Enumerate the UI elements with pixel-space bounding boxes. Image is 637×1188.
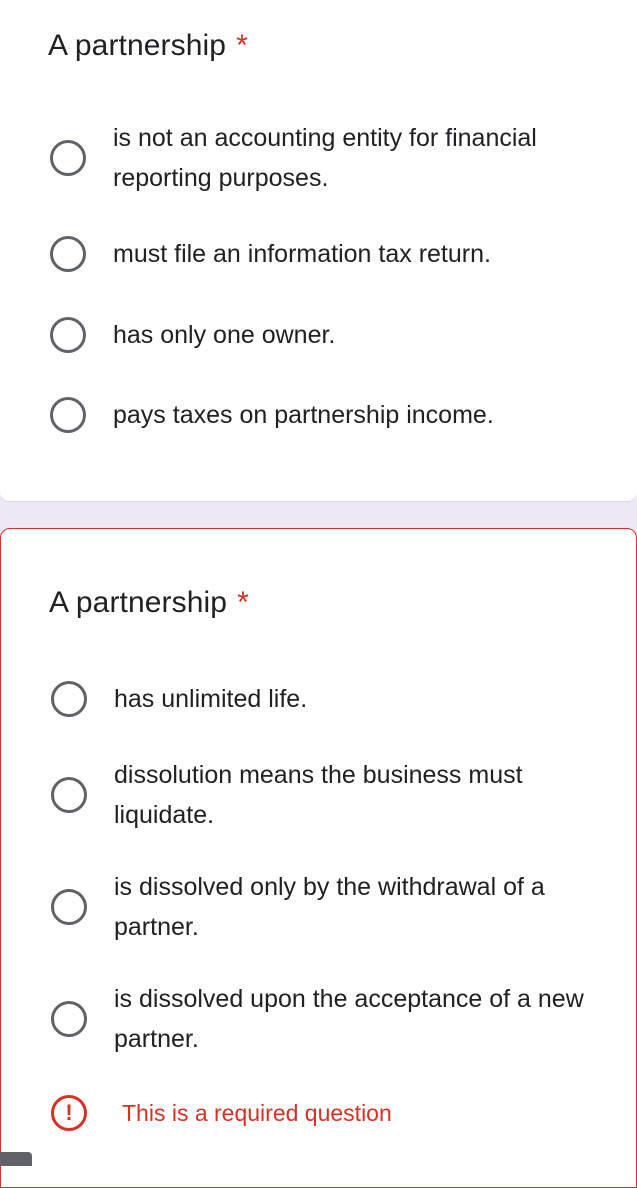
error-icon: ! — [51, 1095, 87, 1131]
question-title: A partnership * — [48, 28, 248, 64]
radio-button[interactable] — [50, 236, 86, 272]
question-title-text: A partnership — [49, 586, 228, 619]
option-label: is not an accounting entity for financia… — [113, 124, 537, 192]
radio-option[interactable]: has unlimited life. — [1, 679, 637, 719]
required-asterisk: * — [236, 29, 248, 62]
radio-button[interactable] — [50, 317, 86, 353]
radio-option[interactable]: has only one owner. — [0, 315, 637, 355]
radio-button[interactable] — [50, 397, 86, 433]
option-label: pays taxes on partnership income. — [113, 401, 494, 429]
radio-option[interactable]: pays taxes on partnership income. — [0, 395, 637, 435]
question-card-1: A partnership * is not an accounting enti… — [0, 0, 637, 502]
radio-button[interactable] — [51, 889, 87, 925]
radio-button[interactable] — [51, 777, 87, 813]
radio-option[interactable]: is dissolved upon the acceptance of a ne… — [1, 979, 637, 1059]
error-message: This is a required question — [122, 1100, 392, 1126]
radio-option[interactable]: is dissolved only by the withdrawal of a… — [1, 867, 637, 947]
option-label: dissolution means the business must liqu… — [114, 761, 523, 829]
radio-button[interactable] — [51, 681, 87, 717]
corner-handle — [0, 1152, 32, 1166]
option-label: has unlimited life. — [114, 685, 308, 713]
radio-button[interactable] — [50, 140, 86, 176]
required-error: ! This is a required question — [51, 1095, 392, 1131]
required-asterisk: * — [237, 586, 249, 619]
option-label: has only one owner. — [113, 321, 336, 349]
option-label: is dissolved only by the withdrawal of a… — [114, 873, 545, 941]
radio-option[interactable]: must file an information tax return. — [0, 234, 637, 274]
radio-option[interactable]: dissolution means the business must liqu… — [1, 755, 637, 835]
option-label: must file an information tax return. — [113, 240, 491, 268]
radio-option[interactable]: is not an accounting entity for financia… — [0, 118, 637, 198]
option-label: is dissolved upon the acceptance of a ne… — [114, 985, 584, 1053]
question-card-2: A partnership * has unlimited life. disso… — [0, 528, 637, 1188]
question-title: A partnership * — [49, 585, 249, 621]
radio-button[interactable] — [51, 1001, 87, 1037]
question-title-text: A partnership — [48, 29, 227, 62]
